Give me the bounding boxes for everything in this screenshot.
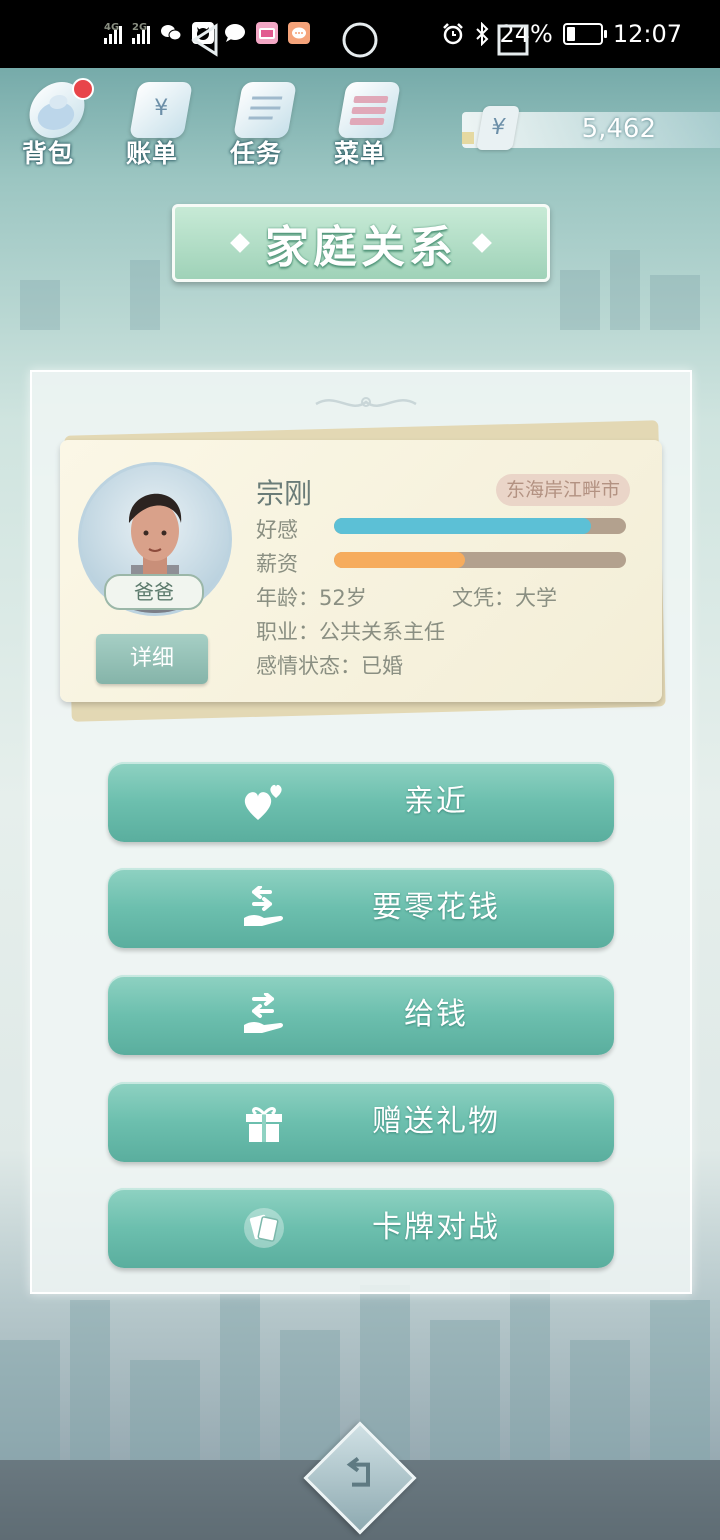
- affection-label: 好感: [256, 518, 298, 542]
- occupation-text: 职业：公共关系主任: [256, 620, 445, 644]
- task-label: 任务: [230, 139, 283, 168]
- wechat-icon: [160, 22, 182, 44]
- circle-home-icon: [342, 22, 378, 58]
- chat-app-icon: [288, 22, 310, 44]
- flourish-ornament: [315, 397, 417, 407]
- menu-button[interactable]: 菜单: [332, 78, 401, 170]
- return-arrow-icon: [346, 1456, 370, 1487]
- approach-label: 亲近: [404, 784, 468, 819]
- status-right: 24% 12:07: [441, 20, 682, 48]
- bill-label: 账单: [126, 139, 179, 168]
- person-name: 宗刚: [256, 477, 313, 510]
- nav-recents-button[interactable]: [492, 0, 540, 80]
- salary-label: 薪资: [256, 552, 298, 576]
- affection-bar: [334, 518, 626, 534]
- age-text: 年龄：52岁: [256, 586, 367, 610]
- signal-2-icon: 2G: [132, 22, 150, 44]
- task-button[interactable]: 任务: [228, 78, 297, 170]
- relation-label: 爸爸: [104, 574, 204, 610]
- top-menu: 背包 ¥ 账单 任务 菜单: [20, 78, 401, 170]
- network-type-1: 4G: [104, 22, 120, 33]
- signal-1-icon: 4G: [104, 22, 122, 44]
- square-recents-icon: [497, 24, 529, 56]
- approach-button[interactable]: 亲近: [108, 762, 614, 842]
- backpack-label: 背包: [22, 139, 75, 168]
- send-gift-label: 赠送礼物: [372, 1104, 500, 1139]
- menu-icon: [337, 82, 401, 138]
- yen-icon: ¥: [476, 106, 520, 150]
- task-list-icon: [233, 82, 297, 138]
- clock: 12:07: [612, 20, 682, 48]
- give-money-button[interactable]: 给钱: [108, 975, 614, 1055]
- currency-display: ¥ 5,462: [462, 106, 720, 150]
- bill-button[interactable]: ¥ 账单: [124, 78, 193, 170]
- nav-back-button[interactable]: [186, 0, 234, 80]
- bluetooth-icon: [476, 22, 489, 46]
- triangle-back-icon: [191, 23, 218, 57]
- network-type-2: 2G: [132, 22, 148, 33]
- menu-label: 菜单: [334, 139, 387, 168]
- battery-icon: [562, 23, 607, 45]
- bilibili-icon: [256, 22, 278, 44]
- bill-icon: ¥: [129, 82, 193, 138]
- nav-home-button[interactable]: [336, 0, 384, 80]
- page-title: 家庭关系: [265, 222, 457, 273]
- alarm-icon: [443, 23, 464, 45]
- location-badge: 东海岸江畔市: [496, 474, 631, 506]
- currency-decor: [462, 132, 474, 144]
- give-money-label: 给钱: [404, 997, 468, 1032]
- salary-bar-fill: [334, 552, 466, 568]
- ask-pocket-money-button[interactable]: 要零花钱: [108, 868, 614, 948]
- backpack-button[interactable]: 背包: [20, 78, 94, 170]
- diamond-icon: [230, 233, 250, 253]
- card-battle-label: 卡牌对战: [372, 1210, 500, 1245]
- page-title-banner: 家庭关系: [172, 204, 550, 282]
- salary-bar: [334, 552, 626, 568]
- currency-amount: 5,462: [581, 114, 656, 144]
- education-text: 文凭：大学: [452, 586, 557, 610]
- detail-button[interactable]: 详细: [96, 634, 208, 684]
- diamond-icon: [472, 233, 492, 253]
- affection-bar-fill: [334, 518, 591, 534]
- send-gift-button[interactable]: 赠送礼物: [108, 1082, 614, 1162]
- relationship-status-text: 感情状态：已婚: [256, 654, 403, 678]
- notification-dot: [72, 78, 94, 100]
- ask-pocket-money-label: 要零花钱: [372, 890, 500, 925]
- card-battle-button[interactable]: 卡牌对战: [108, 1188, 614, 1268]
